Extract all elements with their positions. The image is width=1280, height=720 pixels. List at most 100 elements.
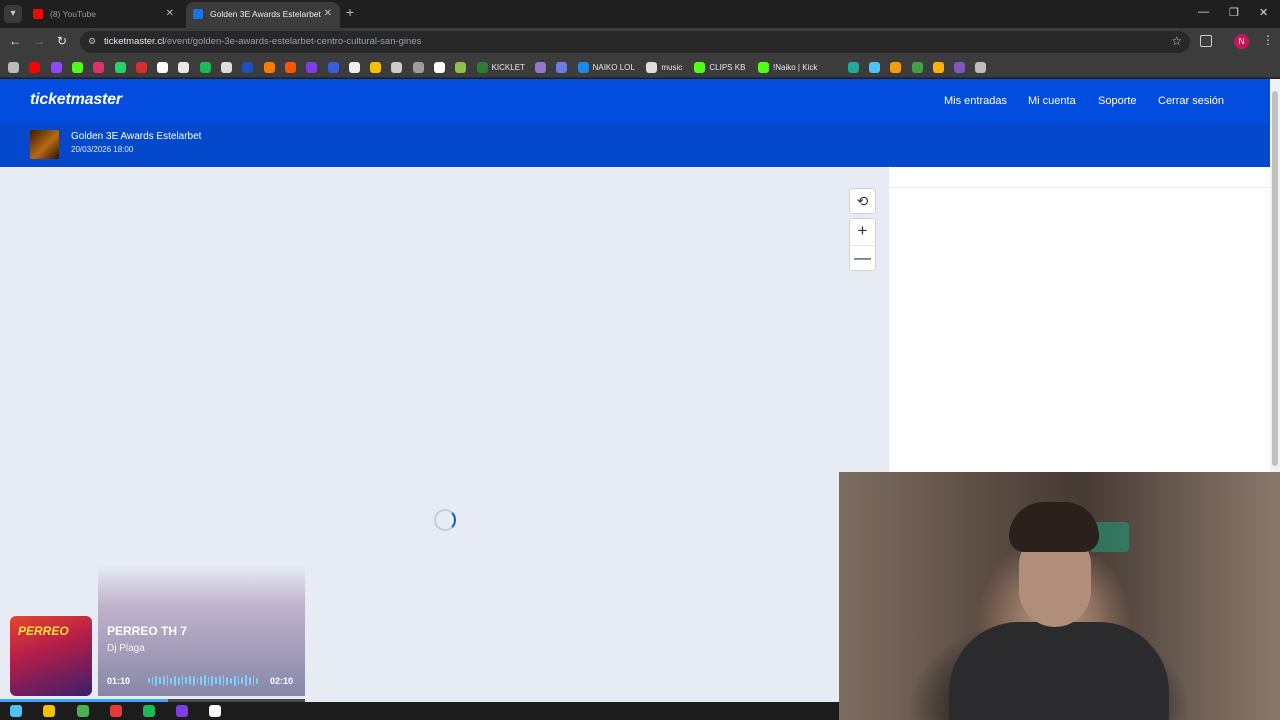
record-icon[interactable] — [110, 705, 122, 717]
spotify-icon[interactable] — [143, 705, 155, 717]
cloud-icon — [263, 61, 275, 73]
waveform-bar — [222, 675, 225, 686]
bookmark-item[interactable]: !Naiko | Kick — [758, 61, 817, 73]
bookmark-item[interactable] — [157, 61, 172, 73]
close-tab-icon[interactable]: ✕ — [324, 2, 332, 26]
bookmark-item[interactable]: NAIKO LOL — [577, 61, 635, 73]
green-icon — [847, 61, 859, 73]
discord-icon[interactable] — [176, 705, 188, 717]
tab-ticketmaster[interactable]: Golden 3E Awards Estelarbet ✕ — [186, 2, 340, 28]
artist-name: Dj Plaga — [107, 643, 145, 654]
blue-icon — [242, 61, 254, 73]
reload-icon[interactable]: ↻ — [57, 34, 67, 48]
bookmark-item[interactable] — [50, 61, 66, 73]
bookmark-item[interactable] — [932, 61, 948, 73]
bookmarks-bar: KICKLET NAIKO LOL music CLIPS KB !Naiko | Ki… — [0, 56, 1280, 78]
bookmark-item[interactable] — [306, 61, 321, 73]
bookmark-item[interactable]: KICKLET — [476, 61, 525, 73]
browser-toolbar: ← → ↻ ⚙ ticketmaster.cl/event/golden-3e-… — [0, 28, 1280, 56]
url-text: ticketmaster.cl/event/golden-3e-awards-e… — [104, 36, 421, 47]
u-icon — [932, 61, 944, 73]
nav-cerrar-sesion[interactable]: Cerrar sesión — [1158, 95, 1224, 107]
tab-youtube[interactable]: (8) YouTube ✕ — [26, 2, 182, 28]
tab-search-icon[interactable]: ▾ — [4, 5, 22, 23]
windows-icon[interactable] — [10, 705, 22, 717]
bookmark-item[interactable] — [911, 61, 927, 73]
bookmark-item[interactable] — [370, 61, 385, 73]
bookmark-item[interactable] — [556, 61, 571, 73]
bookmark-item[interactable] — [868, 61, 884, 73]
waveform-bar — [185, 677, 188, 684]
minimize-icon[interactable]: — — [1198, 6, 1209, 18]
bookmark-item[interactable] — [135, 61, 151, 73]
bookmark-item[interactable] — [263, 61, 279, 73]
bookmark-item[interactable] — [348, 61, 364, 73]
menu-kebab-icon[interactable]: ⋮ — [1262, 33, 1274, 47]
bookmark-item[interactable] — [954, 61, 969, 73]
close-tab-icon[interactable]: ✕ — [166, 2, 174, 26]
bookmark-item[interactable] — [391, 61, 406, 73]
waveform-bar — [174, 675, 176, 686]
chrome-icon[interactable] — [77, 705, 89, 717]
square-icon — [975, 61, 987, 73]
app-icon[interactable] — [209, 705, 221, 717]
waveform-bar — [189, 676, 191, 685]
bookmark-label: CLIPS KB — [709, 62, 746, 72]
now-playing-widget: PERREO PERREO TH 7 Dj Plaga 01:10 02:10 — [0, 566, 305, 696]
bookmark-item[interactable] — [327, 61, 343, 73]
bookmark-item[interactable] — [890, 61, 905, 73]
zoom-in-icon[interactable]: + — [850, 219, 875, 245]
soundcloud-icon — [284, 61, 296, 73]
bookmark-item[interactable] — [199, 61, 215, 73]
plus-green-icon — [911, 61, 923, 73]
extensions-icon[interactable] — [1200, 35, 1212, 47]
panel-divider — [889, 187, 1270, 188]
l-icon — [577, 61, 589, 73]
bookmark-star-icon[interactable]: ☆ — [1171, 34, 1182, 48]
bookmark-item[interactable] — [93, 61, 108, 73]
bookmark-item[interactable] — [455, 61, 470, 73]
bookmark-item[interactable] — [847, 61, 863, 73]
waveform-bar — [218, 676, 221, 685]
waveform-bar — [248, 676, 251, 685]
address-bar[interactable]: ⚙ ticketmaster.cl/event/golden-3e-awards… — [80, 31, 1190, 53]
nav-soporte[interactable]: Soporte — [1098, 95, 1137, 107]
bookmark-item[interactable] — [284, 61, 300, 73]
bookmark-item[interactable] — [434, 61, 449, 73]
bookmark-item[interactable] — [178, 61, 193, 73]
twitch-icon — [50, 61, 62, 73]
bookmark-item[interactable]: music — [646, 61, 682, 73]
bars-icon — [868, 61, 880, 73]
waveform-bar — [200, 676, 203, 685]
zoom-out-icon[interactable]: — — [850, 245, 875, 271]
bookmark-item[interactable] — [71, 61, 87, 73]
bookmark-item[interactable] — [975, 61, 990, 73]
bookmark-item[interactable] — [221, 61, 236, 73]
new-tab-icon[interactable]: + — [346, 4, 354, 20]
reset-map-icon[interactable]: ⟲ — [849, 188, 876, 214]
bookmark-item[interactable] — [535, 61, 550, 73]
kicklet-icon — [476, 61, 488, 73]
restore-icon[interactable]: ❐ — [1229, 6, 1239, 19]
cat-icon — [391, 61, 403, 73]
close-window-icon[interactable]: ✕ — [1259, 6, 1268, 19]
time-current: 01:10 — [107, 676, 131, 686]
explorer-icon[interactable] — [43, 705, 55, 717]
waveform-bar — [252, 675, 255, 686]
scrollbar-thumb[interactable] — [1272, 91, 1278, 466]
forward-icon[interactable]: → — [33, 34, 45, 48]
bookmark-item[interactable] — [412, 61, 428, 73]
purple-icon — [306, 61, 318, 73]
bookmark-item[interactable] — [242, 61, 257, 73]
profile-avatar[interactable]: N — [1234, 34, 1249, 49]
nav-mis-entradas[interactable]: Mis entradas — [944, 95, 1007, 107]
ticketmaster-logo[interactable]: ticketmaster — [30, 91, 122, 109]
site-info-icon[interactable]: ⚙ — [88, 36, 96, 47]
bookmark-item[interactable]: CLIPS KB — [694, 61, 745, 73]
bookmark-item[interactable] — [114, 61, 130, 73]
bookmark-item[interactable] — [29, 61, 44, 73]
bookmark-item[interactable] — [8, 61, 23, 73]
tiktok-icon — [178, 61, 190, 73]
nav-mi-cuenta[interactable]: Mi cuenta — [1028, 95, 1076, 107]
back-icon[interactable]: ← — [9, 34, 21, 48]
